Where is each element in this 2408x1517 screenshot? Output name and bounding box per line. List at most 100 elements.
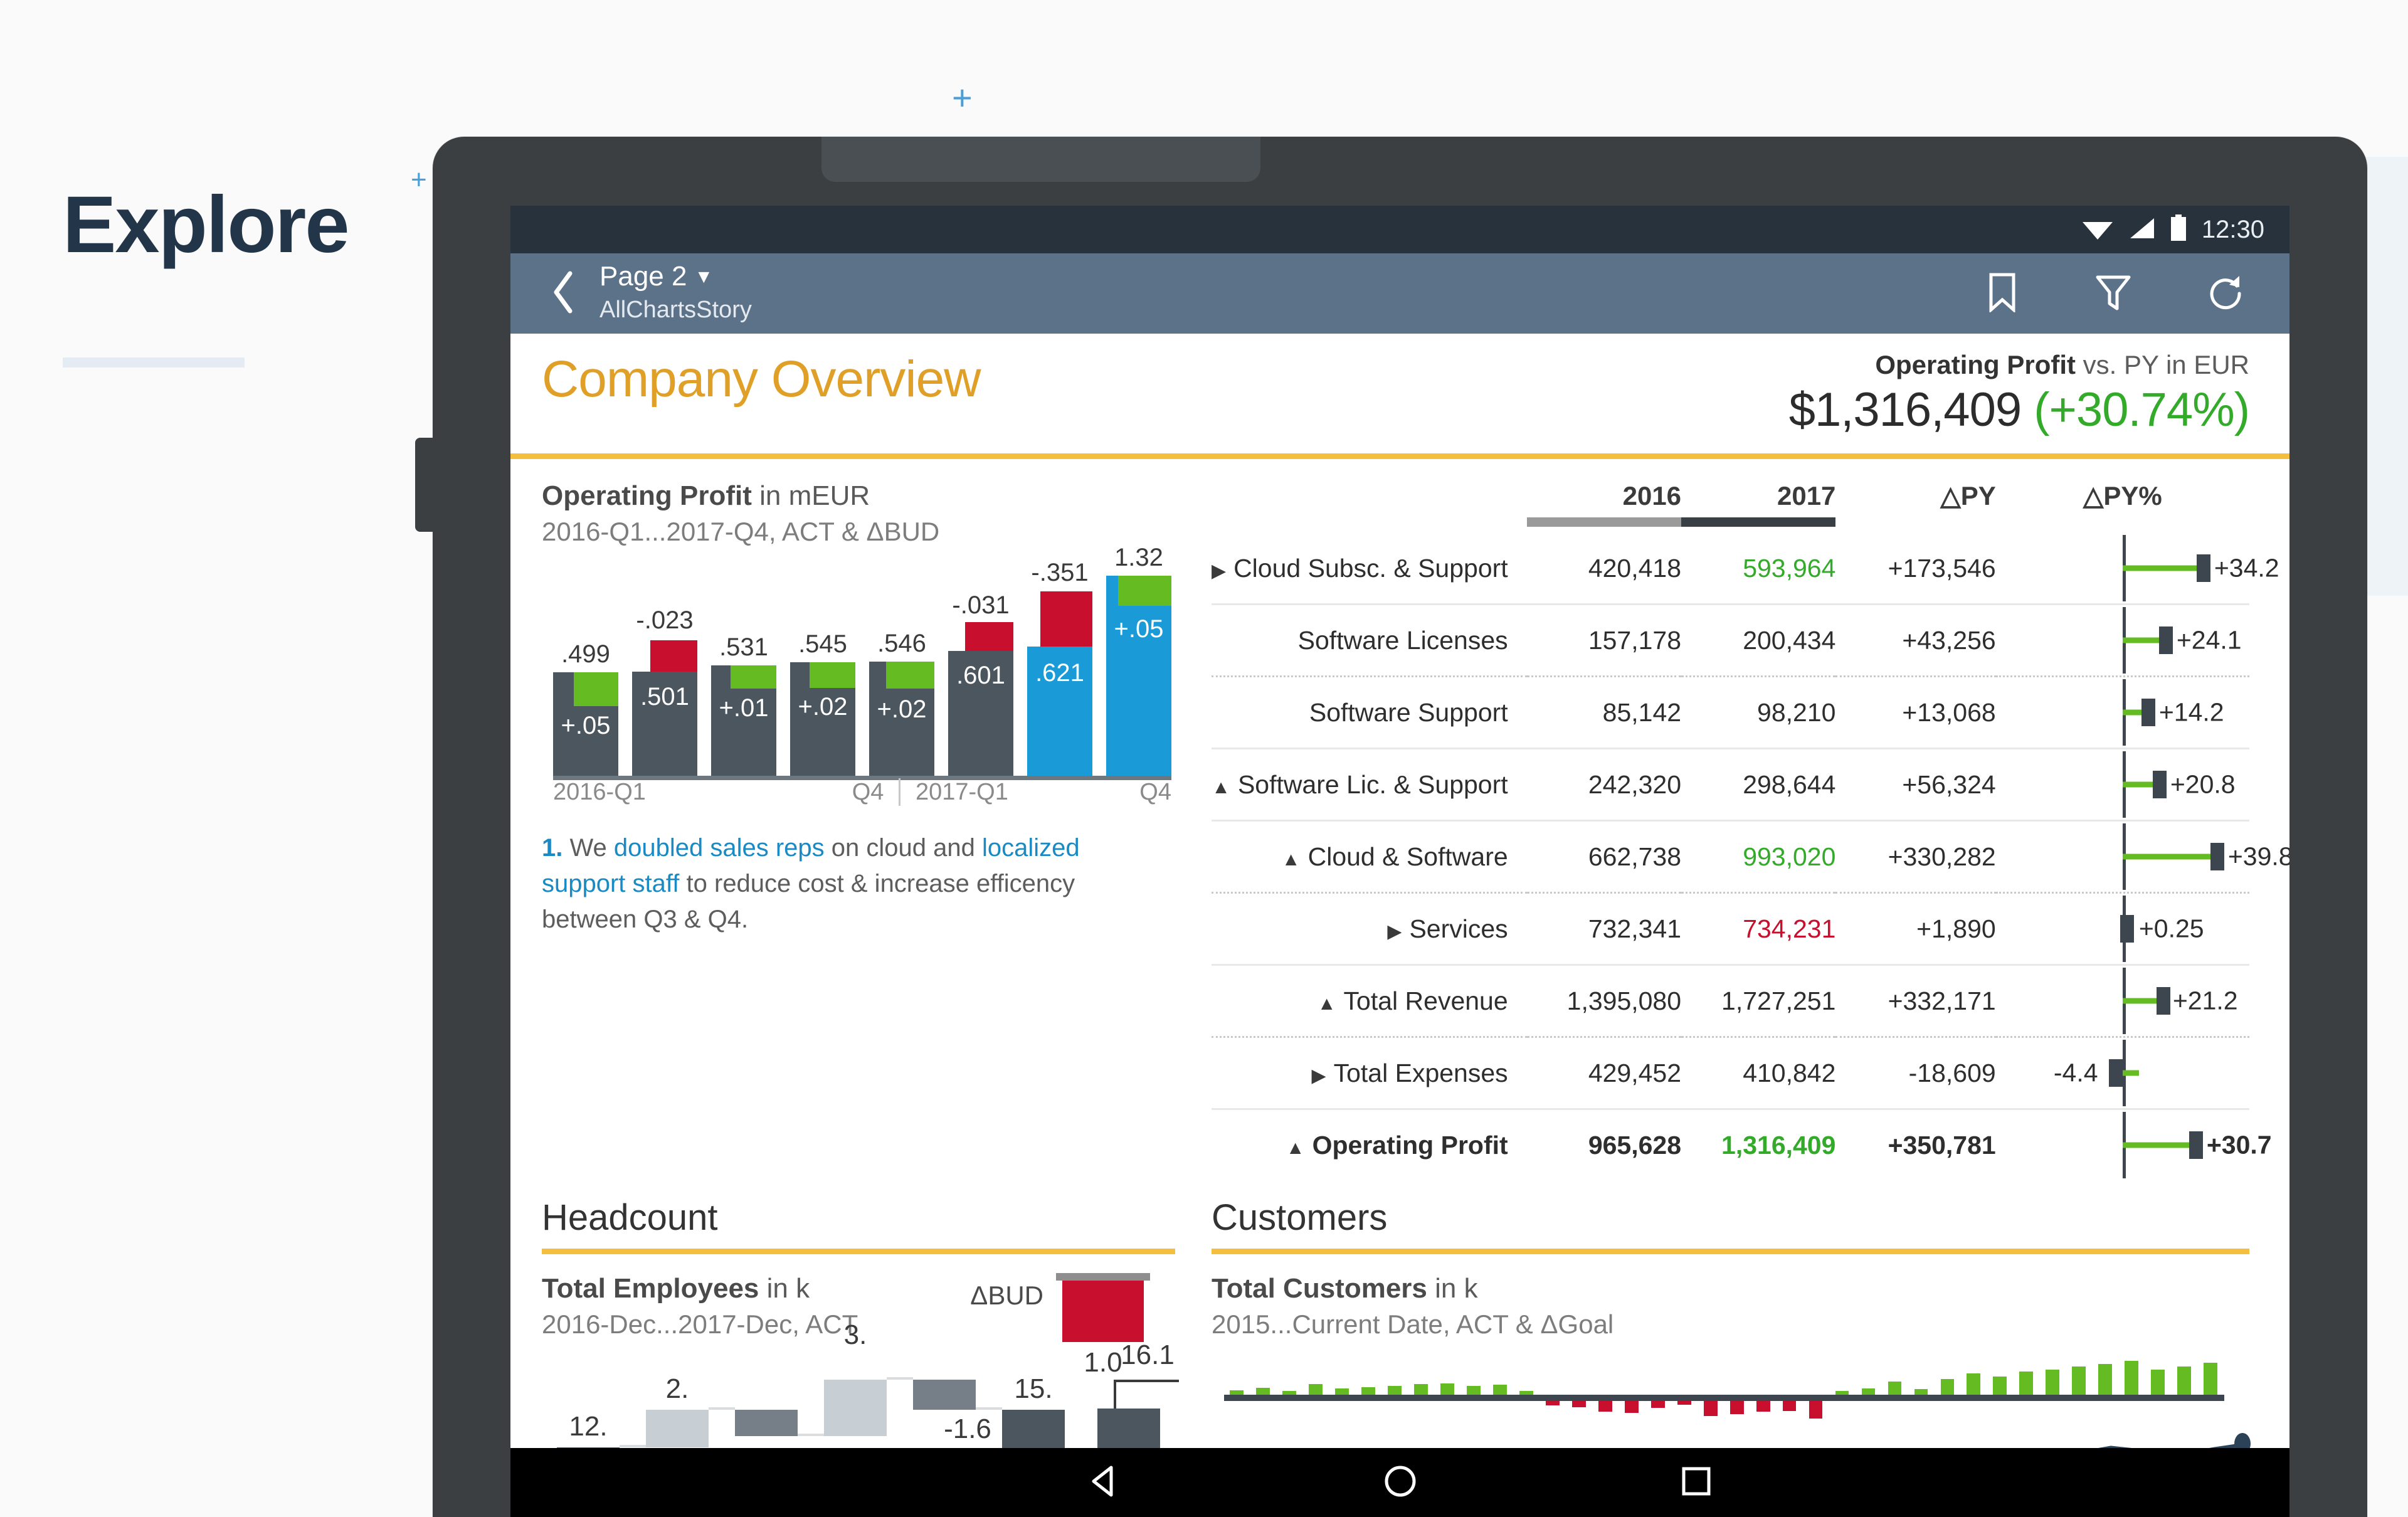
cell-dpy-pct: +21.2 — [1996, 965, 2249, 1037]
collapse-triangle-icon[interactable]: ▲ — [1282, 849, 1301, 870]
table-row[interactable]: ▲ Operating Profit 965,628 1,316,409 +350… — [1212, 1109, 2272, 1181]
delta-goal-bar — [1440, 1383, 1454, 1395]
delta-goal-bar — [1888, 1381, 1902, 1395]
variance-marker — [2156, 987, 2170, 1015]
bar-delta-positive — [731, 665, 776, 689]
report-header: Company Overview Operating Profit vs. PY… — [510, 334, 2289, 459]
table-row[interactable]: ▲ Software Lic. & Support 242,320 298,644… — [1212, 749, 2249, 821]
delta-goal-bar — [1282, 1391, 1296, 1395]
expand-triangle-icon[interactable]: ▶ — [1212, 560, 1226, 582]
back-button[interactable] — [542, 270, 586, 318]
variance-bullet: +20.8 — [1996, 751, 2249, 818]
bar-column[interactable]: -.023 .501 — [632, 561, 697, 776]
row-label-cell[interactable]: ▲ Cloud & Software — [1212, 821, 1527, 893]
recents-square-icon[interactable] — [1681, 1466, 1712, 1500]
headcount-chart-title-bold: Total Employees — [542, 1273, 759, 1304]
delta-bud-bar — [1062, 1281, 1144, 1342]
row-label: Software Support — [1309, 697, 1508, 727]
expand-triangle-icon[interactable]: ▶ — [1312, 1065, 1326, 1087]
bar-stack: .601 — [948, 622, 1013, 776]
delta-goal-bar — [1914, 1389, 1928, 1395]
operating-profit-bar-chart[interactable]: .499 +.05 -.023 .501 .531 +.01 .545 +.02… — [542, 544, 1175, 806]
row-label-cell[interactable]: ▲ Operating Profit — [1212, 1109, 1527, 1181]
bookmark-icon[interactable] — [1985, 272, 2020, 315]
expand-triangle-icon[interactable]: ▶ — [1387, 921, 1402, 943]
delta-goal-bar — [1729, 1401, 1744, 1415]
toolbar-actions — [1985, 272, 2246, 315]
profit-chart-title: Operating Profit in mEUR — [542, 480, 1175, 512]
row-label-cell[interactable]: ▲ Total Revenue — [1212, 965, 1527, 1037]
delta-goal-bar — [2177, 1366, 2192, 1395]
variance-bullet: +21.2 — [1996, 968, 2249, 1034]
row-label-cell[interactable]: ▶ Total Expenses — [1212, 1037, 1527, 1109]
bar-column[interactable]: 1.32 +.05 — [1106, 544, 1171, 776]
delta-bud-baseline — [1056, 1273, 1150, 1281]
annotation-link-1[interactable]: doubled sales reps — [614, 834, 825, 862]
delta-goal-bar — [1256, 1387, 1270, 1395]
row-label: Total Revenue — [1343, 986, 1508, 1015]
cell-dpy-pct: +30.7 — [1996, 1109, 2272, 1181]
annotation-part-1: We — [562, 834, 614, 862]
table-row[interactable]: Software Support 85,142 98,210 +13,068 +… — [1212, 677, 2249, 749]
page-selector[interactable]: Page 2 ▼ — [599, 261, 752, 292]
column-header-dpypct-text: △PY% — [2083, 481, 2162, 510]
bar-stack: .621 — [1027, 591, 1092, 776]
status-bar-clock: 12:30 — [2201, 215, 2264, 243]
home-circle-icon[interactable] — [1383, 1464, 1417, 1501]
delta-goal-bar — [1519, 1391, 1533, 1395]
bar-column[interactable]: .531 +.01 — [711, 561, 776, 776]
variance-label: +20.8 — [2170, 769, 2236, 799]
annotation-number: 1. — [542, 834, 563, 862]
waterfall-connector — [887, 1377, 913, 1380]
filter-icon[interactable] — [2094, 272, 2133, 315]
refresh-icon[interactable] — [2207, 272, 2246, 315]
column-swatch-blank — [1996, 517, 2249, 527]
delta-goal-bar — [1230, 1390, 1244, 1395]
collapse-triangle-icon[interactable]: ▲ — [1286, 1138, 1305, 1159]
bar-column[interactable]: -.031 .601 — [948, 561, 1013, 776]
bar-top-label: .545 — [798, 630, 847, 658]
row-label-cell[interactable]: Software Support — [1212, 677, 1527, 749]
row-label-cell[interactable]: ▶ Services — [1212, 893, 1527, 965]
tablet-side-button[interactable] — [415, 438, 435, 532]
waterfall-bar-decrease — [913, 1380, 976, 1410]
column-swatch-blank — [1835, 517, 1995, 527]
axis-label: Q4 — [1139, 778, 1171, 805]
table-row[interactable]: ▶ Cloud Subsc. & Support 420,418 593,964 … — [1212, 533, 2279, 605]
column-header-label — [1212, 480, 1527, 533]
table-row[interactable]: Software Licenses 157,178 200,434 +43,25… — [1212, 605, 2249, 677]
delta-goal-zero-line — [1224, 1395, 2224, 1401]
table-row[interactable]: ▲ Cloud & Software 662,738 993,020 +330,2… — [1212, 821, 2289, 893]
bar-inner-label: .501 — [640, 683, 689, 711]
collapse-triangle-icon[interactable]: ▲ — [1212, 777, 1230, 798]
cell-dpy: +43,256 — [1902, 625, 1996, 655]
back-triangle-icon[interactable] — [1089, 1464, 1120, 1502]
cell-dpy: +1,890 — [1916, 914, 1996, 943]
bar-top-label: .531 — [719, 633, 768, 661]
bar-column[interactable]: .499 +.05 — [553, 561, 618, 776]
delta-goal-bar — [1388, 1385, 1402, 1395]
bar-delta-negative — [650, 640, 697, 672]
bar-column[interactable]: -.351 .621 — [1027, 559, 1092, 776]
bar-column[interactable]: .545 +.02 — [790, 561, 855, 776]
table-row[interactable]: ▶ Services 732,341 734,231 +1,890 +0.25 — [1212, 893, 2249, 965]
delta-goal-bar — [1835, 1391, 1849, 1395]
row-label-cell[interactable]: Software Licenses — [1212, 605, 1527, 677]
row-label-cell[interactable]: ▶ Cloud Subsc. & Support — [1212, 533, 1527, 605]
variance-marker — [2189, 1131, 2203, 1159]
axis-label: 2016-Q1 — [553, 778, 646, 805]
row-label-cell[interactable]: ▲ Software Lic. & Support — [1212, 749, 1527, 821]
collapse-triangle-icon[interactable]: ▲ — [1318, 993, 1336, 1015]
tablet-notch — [821, 137, 1260, 182]
table-row[interactable]: ▶ Total Expenses 429,452 410,842 -18,609 — [1212, 1037, 2249, 1109]
table-row[interactable]: ▲ Total Revenue 1,395,080 1,727,251 +332,… — [1212, 965, 2249, 1037]
delta-goal-bar — [2046, 1369, 2060, 1395]
bar-inner-label: .601 — [956, 662, 1005, 689]
bar-stack: +.05 — [553, 672, 618, 776]
delta-goal-bar — [1545, 1401, 1560, 1405]
cell-2017: 1,727,251 — [1721, 986, 1836, 1015]
bar-column[interactable]: .546 +.02 — [869, 561, 934, 776]
column-header-dpy-text: △PY — [1940, 481, 1996, 510]
section-header-row: Headcount Customers — [542, 1180, 2249, 1254]
delta-goal-bar — [1571, 1401, 1586, 1408]
